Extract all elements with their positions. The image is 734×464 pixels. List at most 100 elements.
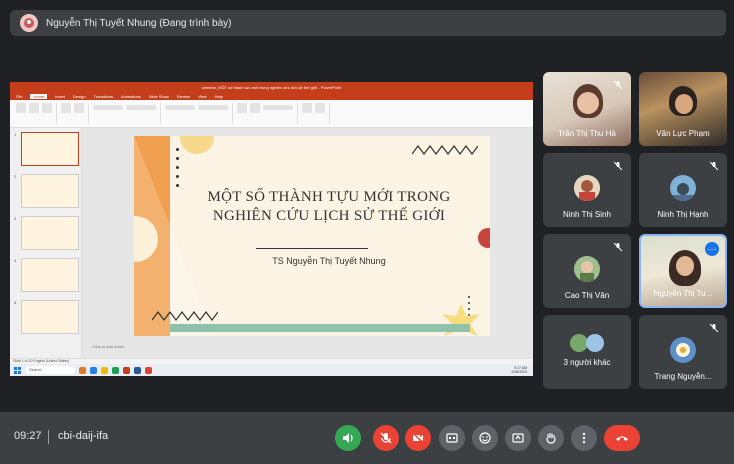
- present-button[interactable]: [505, 425, 531, 451]
- meeting-controls: 09:27 cbi-daij-ifa: [0, 412, 734, 464]
- presenter-name: Nguyễn Thị Tuyết Nhung (Đang trình bày): [46, 17, 232, 29]
- meeting-code: cbi-daij-ifa: [58, 430, 109, 442]
- avatar: [670, 175, 696, 201]
- ribbon-group-slides: [61, 103, 89, 124]
- slide-author: TS Nguyễn Thị Tuyết Nhung: [272, 256, 386, 266]
- raise-hand-button[interactable]: [538, 425, 564, 451]
- mic-toggle-button[interactable]: [373, 425, 399, 451]
- avatar: [670, 337, 696, 363]
- participant-name: 3 người khác: [563, 358, 611, 367]
- slide-decor-zigzag-top: [412, 145, 478, 155]
- slide-decor-zigzag-bottom: [152, 311, 218, 321]
- participant-tile[interactable]: Trần Thị Thu Hà: [543, 72, 631, 146]
- slide-thumbnail[interactable]: 4: [14, 258, 81, 292]
- participant-tile[interactable]: Cao Thị Vân: [543, 234, 631, 308]
- participant-tile[interactable]: Văn Lực Phạm: [639, 72, 727, 146]
- ppt-tab-file[interactable]: File: [16, 94, 22, 99]
- divider: [48, 430, 49, 444]
- presenter-icon: [24, 18, 34, 28]
- mic-off-icon: [613, 80, 623, 90]
- speaker-button[interactable]: [335, 425, 361, 451]
- ppt-tab-home[interactable]: Home: [30, 93, 48, 99]
- slide-title: MỘT SỐ THÀNH TỰU MỚI TRONG NGHIÊN CỨU LỊ…: [184, 188, 474, 226]
- ppt-tab-insert[interactable]: Insert: [55, 94, 65, 99]
- captions-button[interactable]: [439, 425, 465, 451]
- windows-taskbar: Search 9:27 AM 2/28/2024: [10, 364, 533, 376]
- participant-name: Trang Nguyễn...: [654, 372, 712, 381]
- emoji-button[interactable]: [472, 425, 498, 451]
- participant-tile-others[interactable]: 3 người khác: [543, 315, 631, 389]
- participant-name: Trần Thị Thu Hà: [558, 129, 616, 138]
- raise-hand-icon: [546, 433, 556, 444]
- shared-screen[interactable]: seminar_MỘT số thành tựu mới trong nghiê…: [10, 82, 533, 376]
- more-options-icon: [582, 432, 586, 444]
- current-slide: MỘT SỐ THÀNH TỰU MỚI TRONG NGHIÊN CỨU LỊ…: [134, 136, 490, 336]
- word-icon[interactable]: [134, 366, 141, 374]
- participant-tile-active[interactable]: ⋯ Nguyễn Thị Tu...: [639, 234, 727, 308]
- hang-up-icon: [616, 436, 628, 441]
- present-icon: [512, 433, 524, 443]
- slide-thumbnails: 1 2 3 4 5: [10, 128, 82, 358]
- ribbon-group-font: [93, 103, 161, 124]
- slide-title-line1: MỘT SỐ THÀNH TỰU MỚI TRONG: [207, 189, 451, 205]
- folder-icon[interactable]: [101, 366, 108, 374]
- avatar-photo-icon: [670, 337, 696, 363]
- participant-name: Ninh Thị Sinh: [563, 210, 611, 219]
- slide-bottom-bar: [170, 324, 470, 332]
- participant-tile[interactable]: Ninh Thị Sinh: [543, 153, 631, 227]
- app-icon[interactable]: [90, 366, 97, 374]
- captions-icon: [446, 433, 458, 443]
- powerpoint-icon[interactable]: [123, 366, 130, 374]
- ppt-body: 1 2 3 4 5 MỘT SỐ THÀNH TỰU MỚI TRONG NGH…: [10, 128, 533, 358]
- slide-thumbnail[interactable]: 3: [14, 216, 81, 250]
- camera-off-icon: [412, 432, 424, 444]
- emoji-icon: [479, 432, 491, 444]
- taskbar-search[interactable]: Search: [25, 366, 75, 374]
- participant-tile[interactable]: Ninh Thị Hạnh: [639, 153, 727, 227]
- avatar-photo-icon: [574, 175, 600, 201]
- participant-tile[interactable]: Trang Nguyễn...: [639, 315, 727, 389]
- ppt-tab-transitions[interactable]: Transitions: [94, 94, 113, 99]
- meeting-clock: 09:27: [14, 430, 42, 442]
- mic-off-icon: [613, 161, 623, 171]
- windows-start-icon[interactable]: [14, 366, 21, 374]
- avatar-photo-icon: [574, 256, 600, 282]
- mic-off-icon: [709, 161, 719, 171]
- slide-thumbnail[interactable]: 1: [14, 132, 81, 166]
- participant-name: Cao Thị Vân: [564, 291, 610, 300]
- notes-placeholder[interactable]: Click to add notes: [82, 344, 533, 352]
- ribbon-group-clipboard: [16, 103, 57, 124]
- hang-up-button[interactable]: [604, 425, 640, 451]
- mic-off-icon: [709, 323, 719, 333]
- ppt-tab-help[interactable]: Help: [215, 94, 223, 99]
- mic-off-icon: [613, 242, 623, 252]
- more-options-icon[interactable]: ⋯: [705, 242, 719, 256]
- ppt-tab-design[interactable]: Design: [73, 94, 85, 99]
- ppt-window-title: seminar_MỘT số thành tựu mới trong nghiê…: [10, 82, 533, 92]
- participant-face: [675, 94, 693, 114]
- slide-divider: [256, 248, 368, 249]
- ppt-ribbon-tabs: File Home Insert Design Transitions Anim…: [10, 92, 533, 100]
- ppt-ribbon: [10, 100, 533, 128]
- taskbar-clock: 9:27 AM 2/28/2024: [511, 366, 527, 374]
- speaker-icon: [343, 433, 353, 443]
- presenter-bar: Nguyễn Thị Tuyết Nhung (Đang trình bày): [10, 10, 726, 36]
- participant-face: [577, 92, 599, 114]
- ribbon-group-paragraph: [165, 103, 233, 124]
- ppt-tab-animations[interactable]: Animations: [121, 94, 141, 99]
- participant-name: Văn Lực Phạm: [656, 129, 710, 138]
- avatar: [574, 175, 600, 201]
- ppt-tab-slideshow[interactable]: Slide Show: [149, 94, 169, 99]
- slide-title-line2: NGHIÊN CỨU LỊCH SỬ THẾ GIỚI: [212, 208, 446, 224]
- ppt-tab-view[interactable]: View: [198, 94, 207, 99]
- slide-thumbnail[interactable]: 2: [14, 174, 81, 208]
- presenter-avatar: [20, 14, 38, 32]
- app-icon[interactable]: [112, 366, 119, 374]
- slide-thumbnail[interactable]: 5: [14, 300, 81, 334]
- more-options-button[interactable]: [571, 425, 597, 451]
- app-icon[interactable]: [79, 366, 86, 374]
- slide-canvas[interactable]: MỘT SỐ THÀNH TỰU MỚI TRONG NGHIÊN CỨU LỊ…: [82, 128, 533, 358]
- chrome-icon[interactable]: [145, 366, 152, 374]
- ppt-tab-review[interactable]: Review: [177, 94, 190, 99]
- camera-toggle-button[interactable]: [405, 425, 431, 451]
